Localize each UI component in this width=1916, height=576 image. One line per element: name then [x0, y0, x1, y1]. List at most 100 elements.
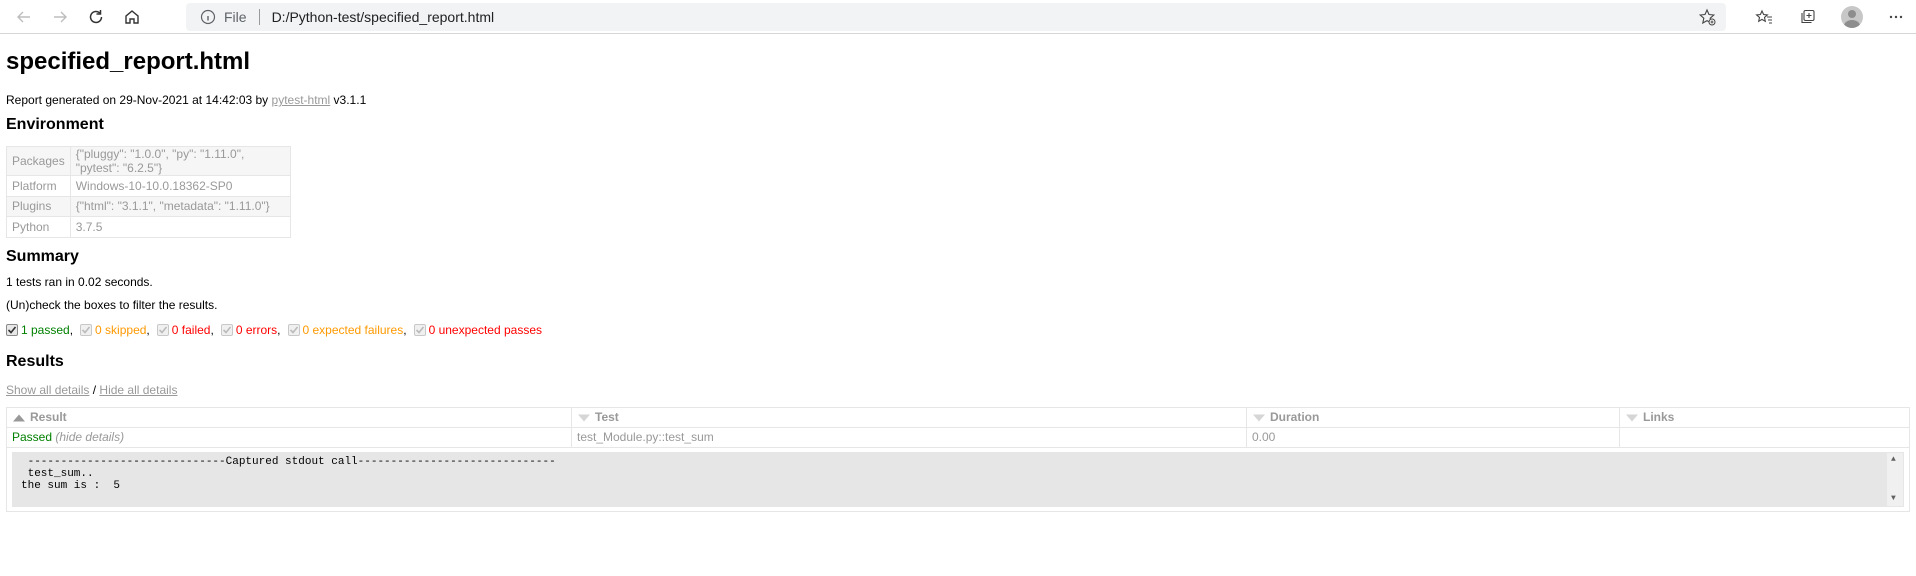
scroll-up-icon[interactable]: ▲ — [1891, 454, 1896, 466]
url-text[interactable]: D:/Python-test/specified_report.html — [272, 9, 495, 25]
pytest-html-link[interactable]: pytest-html — [272, 93, 331, 107]
filter-xpassed: 0 unexpected passes — [413, 322, 542, 337]
results-header-row: Result Test Duration Links — [6, 406, 1910, 428]
env-row-plugins: Plugins {"html": "3.1.1", "metadata": "1… — [6, 195, 291, 217]
browser-actions — [1742, 0, 1916, 34]
column-header-result[interactable]: Result — [6, 406, 572, 428]
column-label-result: Result — [30, 410, 67, 424]
log-cell: ------------------------------Captured s… — [6, 446, 1910, 512]
env-key: Plugins — [6, 195, 71, 217]
result-filters: 1 passed, 0 skipped, 0 failed, 0 errors,… — [6, 323, 1910, 337]
home-button[interactable] — [114, 0, 150, 34]
env-row-python: Python 3.7.5 — [6, 216, 291, 238]
xfailed-checkbox — [287, 323, 300, 336]
column-header-links[interactable]: Links — [1619, 406, 1910, 428]
column-label-links: Links — [1643, 410, 1675, 424]
hide-all-details-link[interactable]: Hide all details — [99, 383, 177, 397]
collections-button[interactable] — [1786, 8, 1830, 26]
summary-text: 1 tests ran in 0.02 seconds. — [6, 274, 153, 289]
log-scrollbar[interactable]: ▲ ▼ — [1887, 452, 1903, 506]
passed-label: 1 passed — [21, 322, 70, 337]
info-icon[interactable] — [200, 9, 216, 25]
details-slash: / — [89, 382, 100, 397]
more-menu-button[interactable] — [1874, 8, 1916, 26]
environment-table: Packages {"pluggy": "1.0.0", "py": "1.11… — [6, 146, 291, 238]
avatar — [1841, 6, 1863, 28]
profile-button[interactable] — [1830, 6, 1874, 28]
details-toggle-links: Show all details / Hide all details — [6, 383, 1910, 397]
errors-label: 0 errors — [235, 322, 278, 337]
env-row-platform: Platform Windows-10-10.0.18362-SP0 — [6, 175, 291, 197]
generated-prefix: Report generated on 29-Nov-2021 at 14:42… — [6, 93, 272, 107]
links-cell — [1619, 426, 1910, 448]
filter-passed[interactable]: 1 passed, — [6, 323, 75, 337]
checkmark-icon — [81, 325, 91, 334]
file-label: File — [224, 9, 247, 25]
results-table: Result Test Duration Links Passed (hide … — [6, 406, 1910, 512]
column-label-duration: Duration — [1270, 410, 1320, 424]
env-row-packages: Packages {"pluggy": "1.0.0", "py": "1.11… — [6, 146, 291, 176]
log-text: ------------------------------Captured s… — [21, 455, 556, 492]
checkmark-icon — [222, 325, 231, 334]
favorites-icon — [1755, 9, 1772, 24]
checkmark-icon — [7, 325, 17, 334]
skipped-checkbox — [80, 323, 93, 336]
xfailed-label: 0 expected failures — [302, 322, 404, 337]
failed-checkbox — [156, 323, 169, 336]
column-header-duration[interactable]: Duration — [1246, 406, 1620, 428]
forward-button[interactable] — [42, 0, 78, 34]
home-icon — [125, 9, 139, 24]
show-all-details-link[interactable]: Show all details — [6, 383, 89, 397]
address-separator — [258, 9, 260, 25]
column-label-test: Test — [595, 410, 619, 424]
refresh-button[interactable] — [78, 0, 114, 34]
environment-heading: Environment — [6, 116, 104, 133]
table-row: Passed (hide details) test_Module.py::te… — [6, 426, 1910, 448]
hide-details-link[interactable]: (hide details) — [55, 430, 124, 444]
env-key: Packages — [6, 146, 71, 176]
skipped-label: 0 skipped — [95, 322, 147, 337]
failed-label: 0 failed — [171, 322, 211, 337]
column-header-test[interactable]: Test — [571, 406, 1247, 428]
env-value: Windows-10-10.0.18362-SP0 — [69, 175, 291, 197]
result-cell: Passed (hide details) — [6, 426, 572, 448]
duration-cell: 0.00 — [1246, 426, 1620, 448]
address-bar[interactable]: File D:/Python-test/specified_report.htm… — [186, 3, 1726, 31]
sort-icon — [577, 413, 593, 423]
summary-heading: Summary — [6, 247, 79, 265]
captured-log[interactable]: ------------------------------Captured s… — [12, 451, 1904, 507]
checkmark-icon — [289, 325, 298, 334]
page-title: specified_report.html — [6, 48, 251, 75]
log-row: ------------------------------Captured s… — [6, 446, 1910, 512]
report-page: specified_report.html Report generated o… — [0, 34, 1916, 512]
filter-hint: (Un)check the boxes to filter the result… — [6, 297, 218, 312]
filter-failed: 0 failed, — [156, 322, 216, 337]
env-key: Python — [6, 216, 71, 238]
checkmark-icon — [158, 325, 167, 334]
checkmark-icon — [415, 325, 424, 334]
env-value: {"pluggy": "1.0.0", "py": "1.11.0", "pyt… — [69, 146, 291, 176]
filter-errors: 0 errors, — [220, 322, 283, 337]
back-button[interactable] — [6, 0, 42, 34]
back-arrow-icon — [17, 11, 30, 22]
browser-toolbar: File D:/Python-test/specified_report.htm… — [0, 0, 1916, 34]
scroll-down-icon[interactable]: ▼ — [1891, 493, 1896, 505]
env-value: {"html": "3.1.1", "metadata": "1.11.0"} — [69, 195, 291, 217]
sort-ascending-icon — [12, 413, 28, 423]
result-status: Passed — [12, 430, 53, 444]
filter-skipped: 0 skipped, — [80, 323, 152, 337]
add-favorite-icon[interactable] — [1698, 8, 1716, 26]
collections-icon — [1801, 9, 1815, 24]
forward-arrow-icon — [54, 11, 67, 22]
xpassed-checkbox — [413, 323, 426, 336]
more-icon — [1889, 15, 1903, 19]
sort-icon — [1252, 413, 1268, 423]
passed-checkbox[interactable] — [6, 323, 18, 336]
xpassed-label: 0 unexpected passes — [428, 322, 542, 337]
generated-line: Report generated on 29-Nov-2021 at 14:42… — [6, 93, 1910, 107]
results-heading: Results — [6, 352, 64, 370]
env-key: Platform — [6, 175, 71, 197]
test-name-cell: test_Module.py::test_sum — [571, 426, 1247, 448]
errors-checkbox — [220, 323, 233, 336]
favorites-button[interactable] — [1742, 8, 1786, 26]
